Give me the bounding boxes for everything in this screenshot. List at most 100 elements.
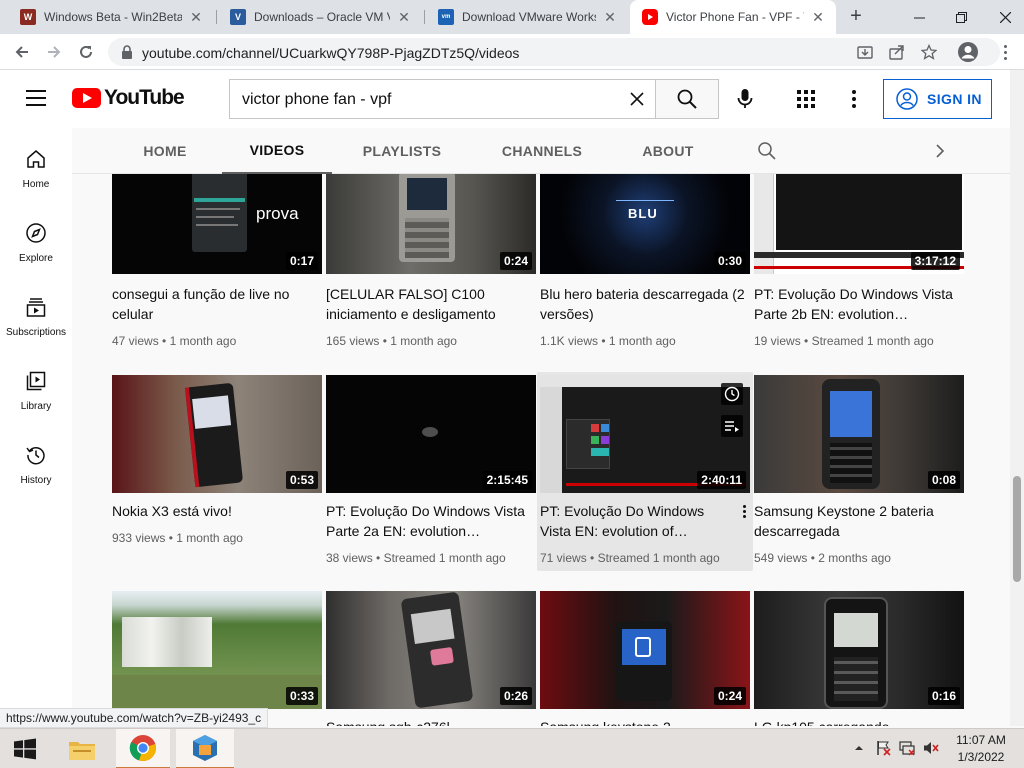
new-tab-button[interactable]: + xyxy=(845,6,867,28)
guide-item-label: Library xyxy=(20,401,52,412)
browser-tab-win2beta[interactable]: W Windows Beta - Win2Beta ✕ xyxy=(8,0,214,34)
video-title[interactable]: Samsung Keystone 2 bateria descarregada xyxy=(754,501,959,541)
video-thumbnail[interactable]: 2:40:11 xyxy=(540,375,750,493)
address-bar[interactable]: youtube.com/channel/UCuarkwQY798P-PjagZD… xyxy=(108,38,1000,66)
video-thumbnail[interactable]: prova 0:17 xyxy=(112,174,322,274)
page-scrollbar-track[interactable] xyxy=(1010,70,1024,726)
nokia-phone-shape xyxy=(184,382,244,488)
video-thumbnail[interactable]: 0:53 xyxy=(112,375,322,493)
guide-item-subscriptions[interactable]: Subscriptions xyxy=(0,280,72,350)
sign-in-button[interactable]: SIGN IN xyxy=(883,79,992,119)
restore-window-button[interactable] xyxy=(944,0,978,34)
tab-channels[interactable]: CHANNELS xyxy=(492,128,592,174)
virtualbox-taskbar-button[interactable] xyxy=(176,729,234,768)
minimize-window-button[interactable] xyxy=(902,0,936,34)
video-title[interactable]: Samsung sgh-c276l xyxy=(326,717,531,726)
browser-tab-victor-phone-fan[interactable]: Victor Phone Fan - VPF - Yo ✕ xyxy=(630,0,836,34)
settings-menu-icon[interactable] xyxy=(846,88,862,110)
network-icon[interactable] xyxy=(898,739,916,757)
library-icon xyxy=(26,371,46,391)
video-thumbnail[interactable]: 0:33 xyxy=(112,591,322,709)
upload-age: Streamed 1 month ago xyxy=(597,551,720,565)
tab-home[interactable]: HOME xyxy=(130,128,200,174)
video-thumbnail[interactable]: 0:08 xyxy=(754,375,964,493)
video-meta: 47 views • 1 month ago xyxy=(112,334,237,348)
back-button[interactable] xyxy=(10,40,34,64)
video-thumbnail[interactable]: BLU 0:30 xyxy=(540,174,750,274)
forward-button[interactable] xyxy=(42,40,66,64)
video-title[interactable]: PT: Evolução Do Windows Vista Parte 2a E… xyxy=(326,501,531,541)
close-tab-icon[interactable]: ✕ xyxy=(810,9,826,25)
video-thumbnail[interactable]: 2:15:45 xyxy=(326,375,536,493)
file-explorer-taskbar-button[interactable] xyxy=(58,729,106,768)
close-tab-icon[interactable]: ✕ xyxy=(396,9,412,25)
action-center-flag-icon[interactable] xyxy=(874,739,892,757)
share-icon[interactable] xyxy=(888,43,906,61)
guide-item-history[interactable]: History xyxy=(0,428,72,498)
samsung-phone-shape xyxy=(822,379,880,489)
chrome-taskbar-button[interactable] xyxy=(116,729,170,768)
close-window-button[interactable] xyxy=(988,0,1022,34)
watch-later-icon[interactable] xyxy=(721,383,743,405)
browser-tab-vmware[interactable]: vm Download VMware Workst ✕ xyxy=(426,0,628,34)
clear-search-icon[interactable] xyxy=(628,90,646,108)
video-title[interactable]: [CELULAR FALSO] C100 iniciamento e desli… xyxy=(326,284,531,324)
profile-avatar-icon[interactable] xyxy=(958,42,978,62)
bookmark-star-icon[interactable] xyxy=(920,43,938,61)
video-thumbnail[interactable]: 3:17:12 xyxy=(754,174,964,274)
video-thumbnail[interactable]: 0:24 xyxy=(326,174,536,274)
upload-age: 1 month ago xyxy=(390,334,457,348)
video-title[interactable]: consegui a função de live no celular xyxy=(112,284,317,324)
video-title[interactable]: Nokia X3 está vivo! xyxy=(112,501,317,521)
search-button[interactable] xyxy=(655,79,719,119)
close-tab-icon[interactable]: ✕ xyxy=(602,9,618,25)
tab-playlists[interactable]: PLAYLISTS xyxy=(352,128,452,174)
guide-item-home[interactable]: Home xyxy=(0,132,72,202)
page-scrollbar-thumb[interactable] xyxy=(1013,476,1021,582)
guide-item-explore[interactable]: Explore xyxy=(0,206,72,276)
lg-phone-shape xyxy=(824,597,888,709)
duration-badge: 0:33 xyxy=(285,687,318,705)
taskbar-clock[interactable]: 11:07 AM 1/3/2022 xyxy=(950,732,1012,766)
guide-menu-icon[interactable] xyxy=(26,90,46,106)
home-icon xyxy=(27,150,45,168)
voice-search-mic-icon[interactable] xyxy=(733,87,757,111)
add-to-queue-icon[interactable] xyxy=(721,415,743,437)
search-input[interactable]: victor phone fan - vpf xyxy=(229,79,656,119)
video-title[interactable]: PT: Evolução Do Windows Vista Parte 2b E… xyxy=(754,284,959,324)
browser-tab-oracle-vm[interactable]: V Downloads – Oracle VM Vi ✕ xyxy=(218,0,422,34)
tab-videos[interactable]: VIDEOS xyxy=(222,128,332,174)
guide-item-library[interactable]: Library xyxy=(0,354,72,424)
video-thumbnail[interactable]: 0:24 xyxy=(540,591,750,709)
volume-muted-icon[interactable] xyxy=(922,739,940,757)
video-title[interactable]: Samsung keystone 2 xyxy=(540,717,745,726)
video-thumbnail[interactable]: 0:26 xyxy=(326,591,536,709)
install-app-icon[interactable] xyxy=(856,43,874,61)
channel-tabs: HOME VIDEOS PLAYLISTS CHANNELS ABOUT xyxy=(72,128,1010,174)
video-title[interactable]: PT: Evolução Do Windows Vista EN: evolut… xyxy=(540,501,725,541)
reload-button[interactable] xyxy=(74,40,98,64)
guide-item-label: Explore xyxy=(19,253,53,264)
video-title[interactable]: LG kp105 carregando xyxy=(754,717,959,726)
win2beta-favicon-icon: W xyxy=(20,9,36,25)
tab-title: Downloads – Oracle VM Vi xyxy=(254,10,390,24)
tab-about[interactable]: ABOUT xyxy=(634,128,702,174)
duration-badge: 0:17 xyxy=(285,252,318,270)
channel-search-icon[interactable] xyxy=(757,141,777,161)
start-button[interactable] xyxy=(0,729,50,768)
show-hidden-icons-chevron-up-icon[interactable] xyxy=(850,739,868,757)
upload-age: Streamed 1 month ago xyxy=(811,334,934,348)
youtube-logo[interactable]: YouTube xyxy=(72,86,185,109)
youtube-apps-icon[interactable] xyxy=(797,90,815,108)
video-title[interactable]: Blu hero bateria descarregada (2 versões… xyxy=(540,284,745,324)
video-action-menu-icon[interactable] xyxy=(736,501,752,521)
mini-guide: Home Explore Subscriptions Library Histo… xyxy=(0,128,72,726)
chevron-right-icon[interactable] xyxy=(930,141,950,161)
view-count: 549 views xyxy=(754,551,808,565)
clock-time: 11:07 AM xyxy=(956,733,1006,747)
guide-item-label: History xyxy=(20,475,52,486)
video-thumbnail[interactable]: 0:16 xyxy=(754,591,964,709)
upload-age: 1 month ago xyxy=(608,334,676,348)
close-tab-icon[interactable]: ✕ xyxy=(188,9,204,25)
browser-menu-icon[interactable] xyxy=(995,42,1015,62)
